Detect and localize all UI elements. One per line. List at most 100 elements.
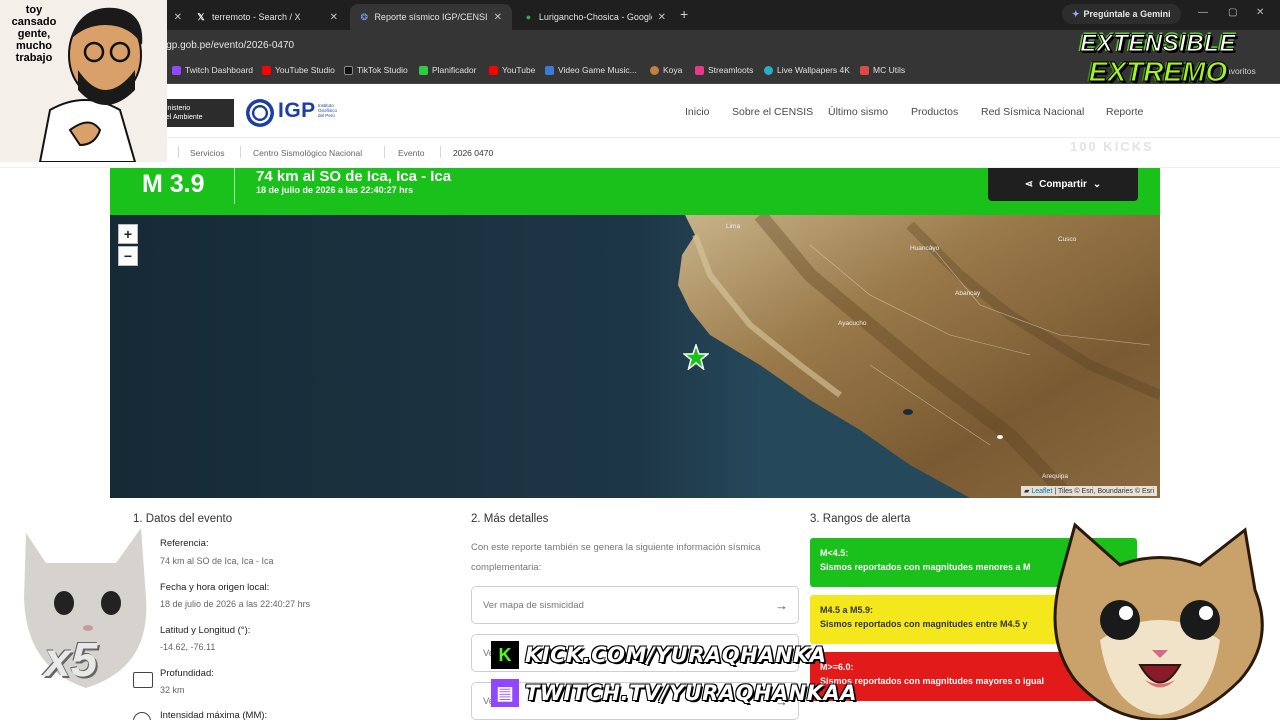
gemini-label: Pregúntale a Gemini	[1083, 9, 1171, 19]
breadcrumb-divider	[240, 146, 241, 158]
tiktok-icon	[344, 65, 353, 75]
extensible-extremo-logo: EXTENSIBLE EXTREMO	[1058, 30, 1258, 96]
new-tab-icon[interactable]: +	[680, 6, 688, 22]
maximize-icon[interactable]: ▢	[1228, 7, 1237, 18]
tab-title: terremoto - Search / X	[212, 12, 301, 22]
planner-icon	[419, 65, 428, 75]
igp-emblem-icon	[246, 99, 274, 127]
map-label-lima: Lima	[726, 223, 741, 230]
share-button[interactable]: ⋖ Compartir ⌄	[988, 168, 1138, 201]
link-label: Ver mapa de sismicidad	[483, 600, 584, 611]
nav-ultimo-sismo[interactable]: Último sismo	[828, 106, 888, 118]
igp-logo-text[interactable]: IGP	[278, 99, 316, 123]
streamloots-icon	[695, 65, 704, 75]
multiplier-overlay: x5	[44, 634, 98, 687]
field-fecha-label: Fecha y hora origen local:	[160, 582, 270, 593]
logo-line-2: EXTREMO	[1088, 56, 1228, 88]
bookmark-youtube-studio[interactable]: YouTube Studio	[262, 65, 335, 75]
field-latlon-value: -14.62, -76.11	[160, 642, 216, 652]
gemini-sparkle-icon: ✦	[1072, 8, 1080, 19]
field-intensidad-label: Intensidad máxima (MM):	[160, 710, 268, 720]
more-title: 2. Más detalles	[471, 513, 549, 525]
field-referencia-value: 74 km al SO de Ica, Ica - Ica	[160, 556, 274, 566]
url-field[interactable]: igp.gob.pe/evento/2026-0470	[150, 36, 1050, 56]
bookmark-mc-utils[interactable]: MC Utils	[860, 65, 905, 75]
tab-x-search[interactable]: 𝕏 terremoto - Search / X ✕	[186, 4, 348, 30]
x-logo-icon: 𝕏	[197, 11, 205, 22]
bookmark-koya[interactable]: Koya	[650, 65, 682, 75]
nav-inicio[interactable]: Inicio	[685, 106, 710, 118]
browser-tab-bar: ✕ 𝕏 terremoto - Search / X ✕ ❂ Reporte s…	[0, 0, 1280, 30]
field-referencia-label: Referencia:	[160, 538, 209, 549]
map-attribution: ▰ Leaflet | Tiles © Esri, Boundaries © E…	[1021, 486, 1157, 496]
map-label-ayacucho: Ayacucho	[838, 320, 867, 327]
bookmark-streamloots[interactable]: Streamloots	[695, 65, 753, 75]
close-icon[interactable]: ✕	[494, 12, 502, 23]
satellite-map-layer	[110, 215, 1160, 498]
tab-google-maps[interactable]: ● Lurigancho-Chosica - Google M ✕	[514, 4, 676, 30]
twitch-logo-icon: ▤	[491, 679, 519, 707]
banner-divider	[234, 168, 235, 204]
map-label-arequipa: Arequipa	[1042, 473, 1069, 480]
bookmark-live-wallpapers[interactable]: Live Wallpapers 4K	[764, 65, 850, 75]
arrow-right-icon: →	[775, 598, 788, 613]
window-close-icon[interactable]: ✕	[1256, 7, 1264, 18]
breadcrumb-divider	[178, 146, 179, 158]
igp-favicon-icon: ❂	[360, 11, 368, 22]
mc-utils-icon	[860, 65, 869, 75]
igp-logo-subtitle: Instituto Geofísico del Perú	[318, 103, 338, 118]
magnitude: M 3.9	[142, 170, 205, 198]
share-label: Compartir	[1039, 179, 1087, 190]
google-maps-icon: ●	[525, 12, 532, 22]
bookmark-tiktok-studio[interactable]: TikTok Studio	[344, 65, 408, 75]
nav-sobre-censis[interactable]: Sobre el CENSIS	[732, 106, 813, 118]
ukraine-flag-icon: ▰	[1024, 488, 1030, 495]
youtube-icon	[262, 65, 271, 75]
zoom-in-button[interactable]: +	[118, 224, 138, 244]
zoom-out-button[interactable]: −	[118, 246, 138, 266]
logo-line-1: EXTENSIBLE	[1080, 30, 1236, 58]
breadcrumb-centro[interactable]: Centro Sismológico Nacional	[253, 148, 362, 158]
youtube-icon	[489, 65, 498, 75]
bookmark-twitch-dashboard[interactable]: Twitch Dashboard	[172, 65, 253, 75]
chevron-down-icon: ⌄	[1092, 179, 1102, 190]
music-icon	[545, 65, 554, 75]
map-label-abancay: Abancay	[955, 290, 981, 297]
close-icon[interactable]: ✕	[174, 12, 182, 23]
bookmark-video-game-music[interactable]: Video Game Music...	[545, 65, 637, 75]
minimize-icon[interactable]: —	[1198, 7, 1208, 18]
more-description: Con este reporte también se genera la si…	[471, 542, 761, 573]
intensity-icon	[133, 712, 151, 720]
alerts-title: 3. Rangos de alerta	[810, 513, 911, 525]
field-fecha-value: 18 de julio de 2026 a las 22:40:27 hrs	[160, 599, 311, 609]
map-label-cusco: Cusco	[1058, 236, 1077, 243]
tab-title: Reporte sísmico IGP/CENSIS/RS	[374, 12, 488, 22]
streamer-webcam-overlay: toy cansado gente, mucho trabajo	[0, 0, 167, 162]
kick-link-overlay: K KICK.COM/YURAQHANKA	[491, 641, 827, 669]
twitch-url: TWITCH.TV/YURAQHANKAA	[525, 681, 858, 705]
bookmark-planificador[interactable]: Planificador	[419, 65, 476, 75]
close-icon[interactable]: ✕	[658, 12, 666, 23]
share-icon: ⋖	[1024, 179, 1034, 190]
nav-productos[interactable]: Productos	[911, 106, 958, 118]
twitch-icon	[172, 65, 181, 75]
bookmark-youtube[interactable]: YouTube	[489, 65, 535, 75]
tiles-attribution: | Tiles © Esri, Boundaries © Esri	[1054, 488, 1154, 495]
tab-title: Lurigancho-Chosica - Google M	[538, 12, 652, 22]
twitch-link-overlay: ▤ TWITCH.TV/YURAQHANKAA	[491, 679, 857, 707]
field-profundidad-value: 32 km	[160, 685, 185, 695]
epicenter-map[interactable]: Lima Huancayo Cusco Ayacucho Abancay Are…	[110, 215, 1160, 498]
leaflet-link[interactable]: Leaflet	[1031, 488, 1052, 495]
tab-close-partial[interactable]: ✕	[168, 4, 182, 30]
nav-reporte[interactable]: Reporte	[1106, 106, 1143, 118]
breadcrumb-evento[interactable]: Evento	[398, 148, 424, 158]
breadcrumb-divider	[384, 146, 385, 158]
event-banner: M 3.9 74 km al SO de Ica, Ica - Ica 18 d…	[110, 168, 1160, 215]
nav-red-sismica[interactable]: Red Sísmica Nacional	[981, 106, 1084, 118]
tab-igp-report[interactable]: ❂ Reporte sísmico IGP/CENSIS/RS ✕	[350, 4, 512, 30]
close-icon[interactable]: ✕	[330, 12, 338, 23]
gemini-button[interactable]: ✦ Pregúntale a Gemini	[1062, 4, 1181, 24]
breadcrumb-servicios[interactable]: Servicios	[190, 148, 224, 158]
seismicity-map-link[interactable]: Ver mapa de sismicidad →	[471, 586, 799, 624]
epicenter-star-icon[interactable]	[683, 344, 709, 370]
